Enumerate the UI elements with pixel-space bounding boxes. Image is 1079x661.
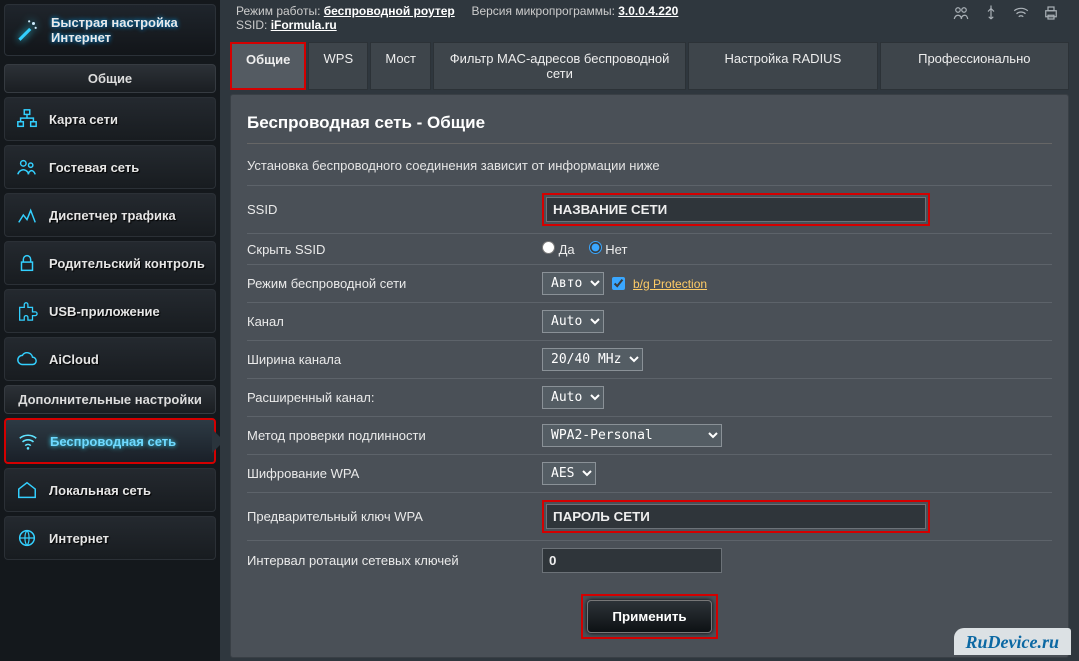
main-content: Режим работы: беспроводной роутер Версия…	[220, 0, 1079, 661]
sidebar: Быстрая настройка Интернет Общие Карта с…	[0, 0, 220, 661]
sidebar-item-traffic-manager[interactable]: Диспетчер трафика	[4, 193, 216, 237]
row-channel-width: Ширина канала 20/40 MHz	[247, 340, 1052, 378]
sidebar-item-label: Карта сети	[49, 112, 118, 127]
row-psk: Предварительный ключ WPA	[247, 492, 1052, 540]
sidebar-item-aicloud[interactable]: AiCloud	[4, 337, 216, 381]
bg-protection-link[interactable]: b/g Protection	[633, 277, 707, 291]
sidebar-item-label: Интернет	[49, 531, 109, 546]
sidebar-section-general: Общие	[4, 64, 216, 93]
psk-input[interactable]	[546, 504, 926, 529]
rotate-input[interactable]	[542, 548, 722, 573]
apply-button[interactable]: Применить	[587, 600, 711, 633]
settings-panel: Беспроводная сеть - Общие Установка бесп…	[230, 94, 1069, 658]
tab-wps[interactable]: WPS	[308, 42, 368, 90]
sidebar-item-label: AiCloud	[49, 352, 99, 367]
channel-select[interactable]: Auto	[542, 310, 604, 333]
extchan-select[interactable]: Auto	[542, 386, 604, 409]
auth-select[interactable]: WPA2-Personal	[542, 424, 722, 447]
sidebar-item-label: Гостевая сеть	[49, 160, 139, 175]
hide-ssid-yes[interactable]: Да	[542, 241, 575, 257]
network-map-icon	[15, 108, 39, 130]
ssid-label: SSID	[247, 202, 542, 217]
auth-label: Метод проверки подлинности	[247, 428, 542, 443]
sidebar-item-network-map[interactable]: Карта сети	[4, 97, 216, 141]
tab-professional[interactable]: Профессионально	[880, 42, 1069, 90]
sidebar-item-lan[interactable]: Локальная сеть	[4, 468, 216, 512]
tab-mac-filter[interactable]: Фильтр MAC-адресов беспроводной сети	[433, 42, 686, 90]
sidebar-item-label: USB-приложение	[49, 304, 160, 319]
usb-status-icon[interactable]	[981, 4, 1001, 25]
globe-icon	[15, 527, 39, 549]
extchan-label: Расширенный канал:	[247, 390, 542, 405]
quick-setup-label: Быстрая настройка Интернет	[51, 15, 178, 45]
rotate-label: Интервал ротации сетевых ключей	[247, 553, 542, 568]
channel-label: Канал	[247, 314, 542, 329]
tab-bar: Общие WPS Мост Фильтр MAC-адресов беспро…	[230, 42, 1069, 90]
cloud-icon	[15, 348, 39, 370]
sidebar-item-wan[interactable]: Интернет	[4, 516, 216, 560]
panel-title: Беспроводная сеть - Общие	[247, 107, 1052, 144]
watermark: RuDevice.ru	[954, 628, 1072, 655]
printer-icon[interactable]	[1041, 4, 1061, 25]
lock-icon	[15, 252, 39, 274]
row-hide-ssid: Скрыть SSID Да Нет	[247, 233, 1052, 264]
tab-general[interactable]: Общие	[230, 42, 306, 90]
wifi-icon	[16, 430, 40, 452]
fw-value[interactable]: 3.0.0.4.220	[618, 4, 678, 18]
guest-icon	[15, 156, 39, 178]
sidebar-item-wireless[interactable]: Беспроводная сеть	[4, 418, 216, 464]
mode-value[interactable]: беспроводной роутер	[324, 4, 455, 18]
clients-icon[interactable]	[951, 4, 971, 25]
row-ext-channel: Расширенный канал: Auto	[247, 378, 1052, 416]
sidebar-item-parental-control[interactable]: Родительский контроль	[4, 241, 216, 285]
row-channel: Канал Auto	[247, 302, 1052, 340]
sidebar-item-label: Локальная сеть	[49, 483, 151, 498]
sidebar-item-label: Диспетчер трафика	[49, 208, 176, 223]
puzzle-icon	[15, 300, 39, 322]
quick-internet-setup[interactable]: Быстрая настройка Интернет	[4, 4, 216, 56]
traffic-icon	[15, 204, 39, 226]
fw-label: Версия микропрограммы:	[471, 4, 618, 18]
mode-label: Режим работы:	[236, 4, 324, 18]
home-icon	[15, 479, 39, 501]
wmode-label: Режим беспроводной сети	[247, 276, 542, 291]
row-key-rotation: Интервал ротации сетевых ключей	[247, 540, 1052, 580]
sidebar-section-advanced: Дополнительные настройки	[4, 385, 216, 414]
psk-label: Предварительный ключ WPA	[247, 509, 542, 524]
width-label: Ширина канала	[247, 352, 542, 367]
row-ssid: SSID	[247, 185, 1052, 233]
status-icons	[951, 4, 1061, 25]
panel-subtitle: Установка беспроводного соединения завис…	[247, 158, 1052, 173]
row-auth-method: Метод проверки подлинности WPA2-Personal	[247, 416, 1052, 454]
tab-radius[interactable]: Настройка RADIUS	[688, 42, 877, 90]
hide-ssid-label: Скрыть SSID	[247, 242, 542, 257]
bg-protection-checkbox[interactable]	[612, 277, 625, 290]
tab-bridge[interactable]: Мост	[370, 42, 431, 90]
enc-label: Шифрование WPA	[247, 466, 542, 481]
wifi-status-icon[interactable]	[1011, 4, 1031, 25]
top-ssid-label: SSID:	[236, 18, 271, 32]
top-ssid-value[interactable]: iFormula.ru	[271, 18, 337, 32]
row-wireless-mode: Режим беспроводной сети Авто b/g Protect…	[247, 264, 1052, 302]
sidebar-item-label: Родительский контроль	[49, 256, 205, 271]
sidebar-item-usb-app[interactable]: USB-приложение	[4, 289, 216, 333]
wmode-select[interactable]: Авто	[542, 272, 604, 295]
hide-ssid-no[interactable]: Нет	[589, 241, 628, 257]
ssid-input[interactable]	[546, 197, 926, 222]
enc-select[interactable]: AES	[542, 462, 596, 485]
row-encryption: Шифрование WPA AES	[247, 454, 1052, 492]
sidebar-item-label: Беспроводная сеть	[50, 434, 176, 449]
top-info: Режим работы: беспроводной роутер Версия…	[230, 0, 1069, 38]
sidebar-item-guest-network[interactable]: Гостевая сеть	[4, 145, 216, 189]
wand-icon	[13, 16, 41, 44]
width-select[interactable]: 20/40 MHz	[542, 348, 643, 371]
